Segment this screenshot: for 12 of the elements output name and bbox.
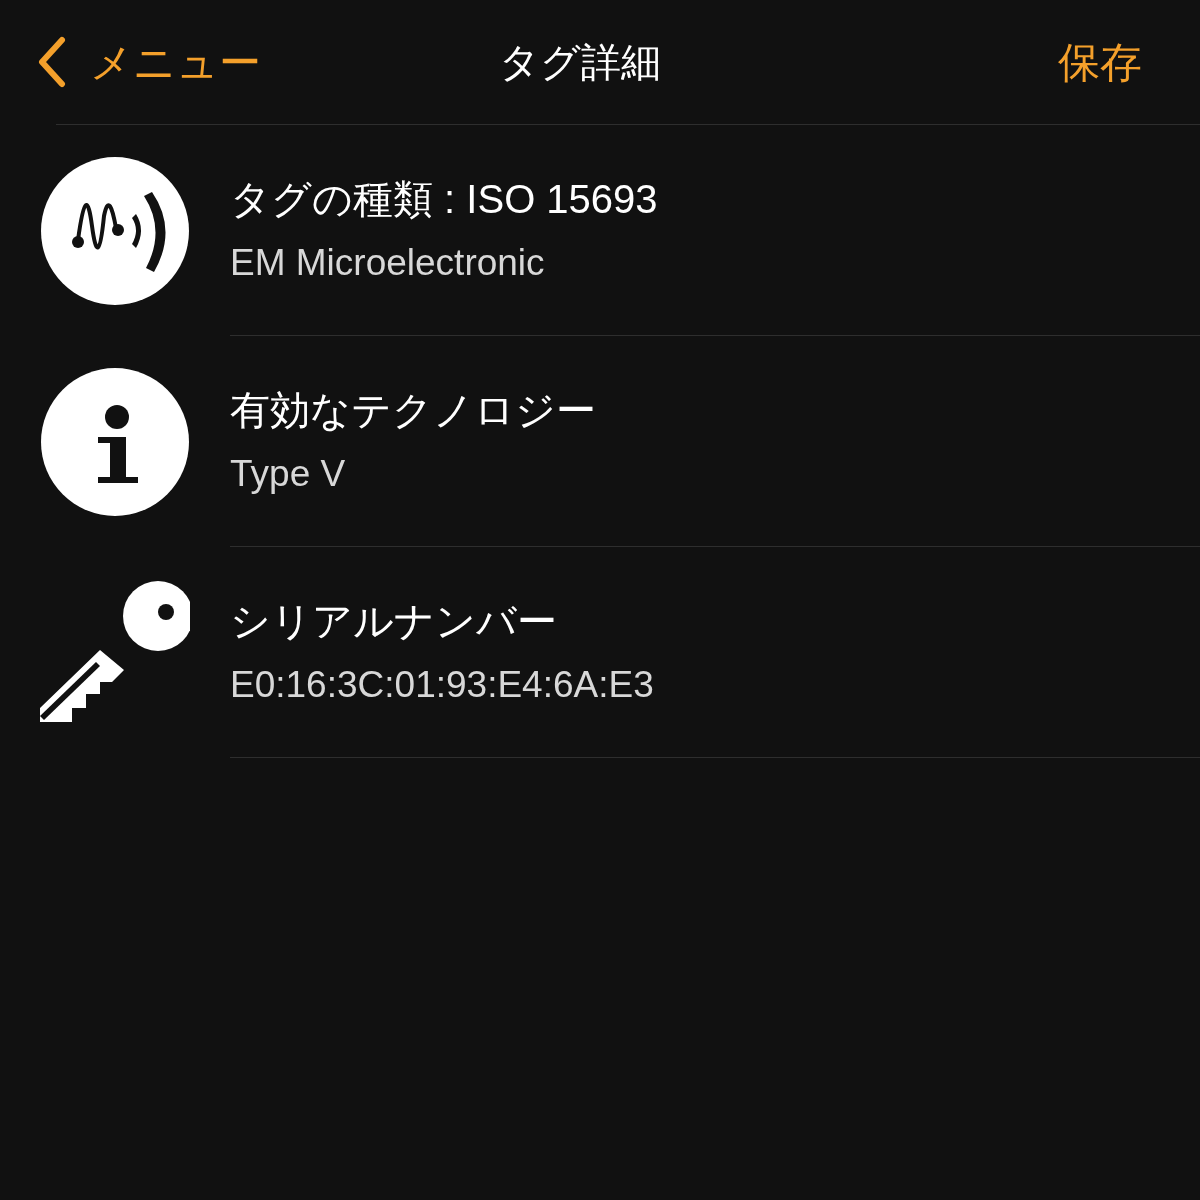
nfc-wave-icon	[40, 155, 190, 306]
info-icon	[40, 366, 190, 517]
row-detail: E0:16:3C:01:93:E4:6A:E3	[230, 662, 655, 707]
save-button[interactable]: 保存	[1058, 30, 1142, 94]
chevron-left-icon	[36, 36, 66, 88]
back-button[interactable]: メニュー	[36, 30, 261, 94]
row-title: 有効なテクノロジー	[230, 386, 597, 434]
row-detail: EM Microelectronic	[230, 240, 546, 285]
row-detail: Type V	[230, 451, 347, 496]
screen-title: タグ詳細	[498, 39, 661, 86]
row-title: シリアルナンバー	[230, 597, 558, 645]
row-title: タグの種類 : ISO 15693	[230, 175, 659, 223]
